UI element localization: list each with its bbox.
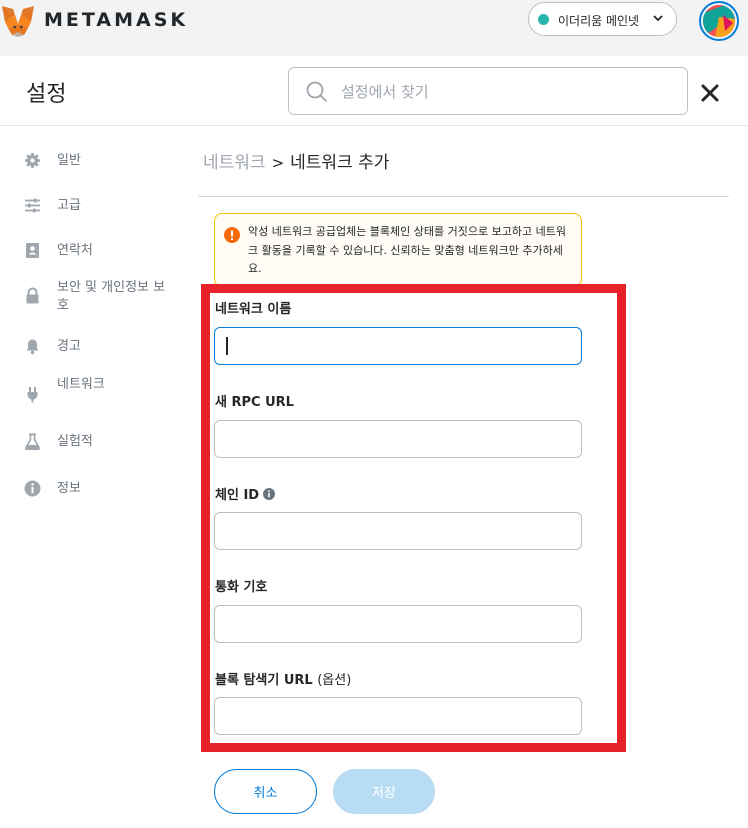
- plug-icon: [27, 387, 38, 403]
- settings-search[interactable]: [288, 67, 688, 115]
- optional-tag: (옵션): [317, 673, 352, 688]
- chain-id-label-text: 체인 ID: [215, 488, 260, 503]
- chain-id-input[interactable]: [214, 512, 582, 550]
- block-explorer-label: 블록 탐색기 URL (옵션): [215, 669, 351, 688]
- info-icon[interactable]: [263, 488, 276, 500]
- account-avatar[interactable]: [699, 1, 739, 41]
- network-name-label: 네트워크 이름: [215, 302, 292, 317]
- network-name-input[interactable]: [214, 327, 582, 365]
- breadcrumb: 네트워크 > 네트워크 추가: [203, 148, 389, 173]
- network-label: 이더리움 메인넷: [558, 14, 640, 28]
- header-divider: [198, 196, 729, 197]
- gear-icon: [25, 153, 40, 168]
- breadcrumb-separator: >: [271, 154, 285, 172]
- settings-header: 설정: [0, 56, 748, 126]
- close-icon[interactable]: [700, 83, 720, 103]
- block-explorer-input[interactable]: [214, 697, 582, 735]
- cancel-button[interactable]: 취소: [214, 769, 317, 814]
- metamask-fox-icon[interactable]: [0, 4, 36, 38]
- warning-text: 악성 네트워크 공급업체는 블록체인 상태를 거짓으로 보고하고 네트워크 활동…: [248, 225, 566, 275]
- warning-icon: [224, 227, 240, 243]
- page-title: 설정: [26, 82, 67, 107]
- lock-icon: [26, 287, 39, 304]
- network-status-dot: [538, 14, 549, 25]
- avatar-identicon: [703, 5, 735, 37]
- sidebar-item-label: 고급: [57, 198, 81, 213]
- currency-symbol-input[interactable]: [214, 605, 582, 643]
- text-caret: [226, 337, 228, 355]
- search-icon: [306, 81, 327, 102]
- rpc-url-input[interactable]: [214, 420, 582, 458]
- save-button[interactable]: 저장: [333, 769, 435, 814]
- chain-id-label: 체인 ID: [215, 484, 276, 503]
- sidebar-item-label: 네트워크: [57, 377, 105, 392]
- sidebar-item-label: 보안 및 개인정보 보호: [57, 280, 166, 313]
- search-input[interactable]: [341, 80, 671, 104]
- breadcrumb-current: 네트워크 추가: [290, 153, 390, 173]
- rpc-url-label: 새 RPC URL: [215, 395, 294, 410]
- flask-icon: [25, 433, 40, 450]
- warning-banner: 악성 네트워크 공급업체는 블록체인 상태를 거짓으로 보고하고 네트워크 활동…: [214, 213, 582, 287]
- info-circle-icon: [24, 480, 41, 497]
- sidebar-item-label: 경고: [57, 339, 81, 354]
- brand-name: METAMASK: [44, 9, 189, 31]
- sidebar-item-label: 연락처: [57, 243, 93, 258]
- sliders-icon: [25, 198, 40, 213]
- currency-symbol-label: 통화 기호: [215, 580, 268, 595]
- network-selector[interactable]: 이더리움 메인넷: [528, 2, 677, 36]
- bell-icon: [26, 339, 39, 355]
- sidebar-item-label: 실험적: [57, 434, 93, 449]
- block-explorer-label-text: 블록 탐색기 URL: [215, 673, 313, 688]
- chevron-down-icon: [653, 15, 663, 22]
- sidebar-item-label: 일반: [57, 153, 81, 168]
- sidebar-item-label: 정보: [57, 481, 81, 496]
- contact-book-icon: [26, 243, 39, 258]
- app-header: METAMASK 이더리움 메인넷: [0, 0, 748, 56]
- breadcrumb-parent-link[interactable]: 네트워크: [203, 153, 266, 173]
